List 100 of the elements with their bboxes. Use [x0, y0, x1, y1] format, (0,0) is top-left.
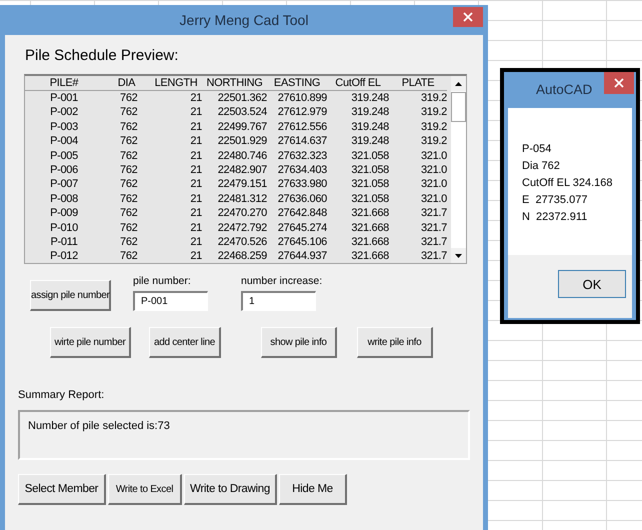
table-cell-text: 21: [189, 192, 202, 206]
table-cell-text: 21: [189, 148, 202, 163]
input-field[interactable]: P-001: [133, 291, 208, 311]
column-header[interactable]: DIA: [103, 76, 150, 91]
table-cell-text: 22482.907: [216, 162, 267, 178]
section-heading: Pile Schedule Preview:: [25, 47, 178, 64]
table-cell-text: 22501.929: [216, 134, 267, 149]
table-cell-text: 27642.848: [276, 206, 327, 221]
table-cell-text: 22470.270: [216, 206, 267, 221]
field-label: number increase:: [241, 275, 322, 287]
table-cell-text: 319.248: [350, 134, 389, 149]
column-header[interactable]: PILE#: [25, 76, 103, 91]
table-cell-text: 321.0: [420, 192, 447, 206]
table-cell-text: P-009: [49, 206, 79, 221]
table-cell-text: P-011: [49, 234, 79, 250]
table-cell-text: 21: [189, 177, 202, 192]
close-icon: [463, 12, 473, 22]
table-cell-text: 321.0: [420, 177, 447, 192]
table-cell-text: 27610.899: [276, 91, 327, 106]
table-cell-text: 27645.274: [276, 220, 327, 235]
ok-button[interactable]: OK: [558, 270, 626, 298]
table-cell-text: P-004: [49, 134, 79, 149]
action-button[interactable]: show pile info: [261, 327, 337, 358]
table-cell-text: 22481.312: [216, 192, 267, 206]
table-cell-text: P-007: [49, 177, 79, 192]
table-cell-text: 321.7: [420, 206, 447, 221]
table-cell-text: 762: [119, 206, 138, 221]
table-cell-text: 27612.556: [276, 120, 327, 134]
close-button[interactable]: [453, 7, 483, 27]
scroll-down-button[interactable]: [451, 248, 466, 263]
table-cell-text: 321.668: [350, 206, 389, 221]
table-cell-text: 321.668: [350, 249, 389, 263]
table-cell-text: 321.0: [420, 162, 447, 178]
table-cell-text: 22480.746: [216, 148, 267, 163]
message-line: N 22372.911: [522, 210, 588, 225]
up-arrow-icon: [455, 82, 462, 86]
table-cell-text: 321.7: [420, 249, 447, 263]
table-cell-text: 22468.259: [216, 249, 267, 263]
table-cell-text: 27633.980: [276, 177, 327, 192]
toolbar-button[interactable]: Write to Excel: [108, 474, 182, 505]
assign-button[interactable]: assign pile number: [30, 280, 111, 311]
column-header[interactable]: LENGTH: [150, 76, 202, 91]
table-cell-text: 319.248: [350, 91, 389, 106]
table-cell-text: 27614.637: [276, 134, 327, 149]
toolbar-button[interactable]: Hide Me: [279, 474, 347, 505]
table-cell-text: P-012: [49, 249, 79, 263]
table-cell-text: 762: [119, 120, 138, 134]
column-header[interactable]: CutOff EL: [327, 76, 389, 91]
table-cell-text: 319.2: [420, 105, 447, 120]
table-cell-text: 321.058: [350, 177, 389, 192]
table-cell-text: P-003: [49, 120, 79, 134]
table-cell-text: 762: [119, 220, 138, 235]
column-header[interactable]: EASTING: [267, 76, 327, 91]
table-cell-text: P-001: [49, 91, 79, 106]
scrollbar[interactable]: [451, 76, 466, 263]
table-cell-text: P-008: [49, 192, 79, 206]
table-cell-text: 22499.767: [216, 120, 267, 134]
table-cell-text: 27634.403: [276, 162, 327, 178]
table-cell-text: 21: [189, 249, 202, 263]
table-cell-text: 27644.937: [276, 249, 327, 263]
dialog-title: AutoCAD: [536, 82, 592, 97]
table-cell-text: 21: [189, 91, 202, 106]
table-cell-text: P-010: [49, 220, 79, 235]
table-cell-text: 321.058: [350, 162, 389, 178]
action-button[interactable]: wirte pile number: [50, 327, 131, 358]
table-cell-text: 762: [119, 91, 138, 106]
table-cell-text: 27636.060: [276, 192, 327, 206]
action-button[interactable]: write pile info: [357, 327, 433, 358]
close-button[interactable]: [604, 72, 634, 94]
table-cell-text: 319.248: [350, 105, 389, 120]
message-line: P-054: [522, 142, 552, 157]
table-cell-text: 762: [119, 105, 138, 120]
action-button[interactable]: add center line: [149, 327, 221, 358]
table-cell-text: 319.2: [420, 134, 447, 149]
field-label: pile number:: [133, 275, 192, 287]
table-cell-text: P-006: [49, 162, 79, 178]
table-cell-text: 762: [119, 148, 138, 163]
column-header[interactable]: NORTHING: [202, 76, 267, 91]
table-cell-text: 22501.362: [216, 91, 267, 106]
table-cell-text: 27645.106: [276, 234, 327, 250]
toolbar-button[interactable]: Write to Drawing: [184, 474, 277, 505]
input-field[interactable]: 1: [241, 291, 316, 311]
message-line: Dia 762: [522, 159, 561, 174]
message-line: E 27735.077: [522, 193, 588, 208]
toolbar-button[interactable]: Select Member: [18, 474, 106, 505]
table-cell-text: 22472.792: [216, 220, 267, 235]
message-line: CutOff EL 324.168: [522, 176, 614, 191]
table-cell-text: 762: [119, 134, 138, 149]
table-cell-text: 762: [119, 249, 138, 263]
table-cell-text: 762: [119, 192, 138, 206]
scroll-up-button[interactable]: [451, 76, 466, 91]
column-header[interactable]: PLATE: [389, 76, 447, 91]
table-cell-text: 762: [119, 234, 138, 250]
table-cell-text: 22479.151: [216, 177, 267, 192]
table-cell-text: 762: [119, 177, 138, 192]
table-cell-text: 321.668: [350, 234, 389, 250]
table-cell-text: 321.7: [420, 234, 447, 250]
scrollbar-thumb[interactable]: [451, 92, 466, 122]
section-label: Summary Report:: [18, 389, 104, 401]
table-cell-text: 321.058: [350, 148, 389, 163]
